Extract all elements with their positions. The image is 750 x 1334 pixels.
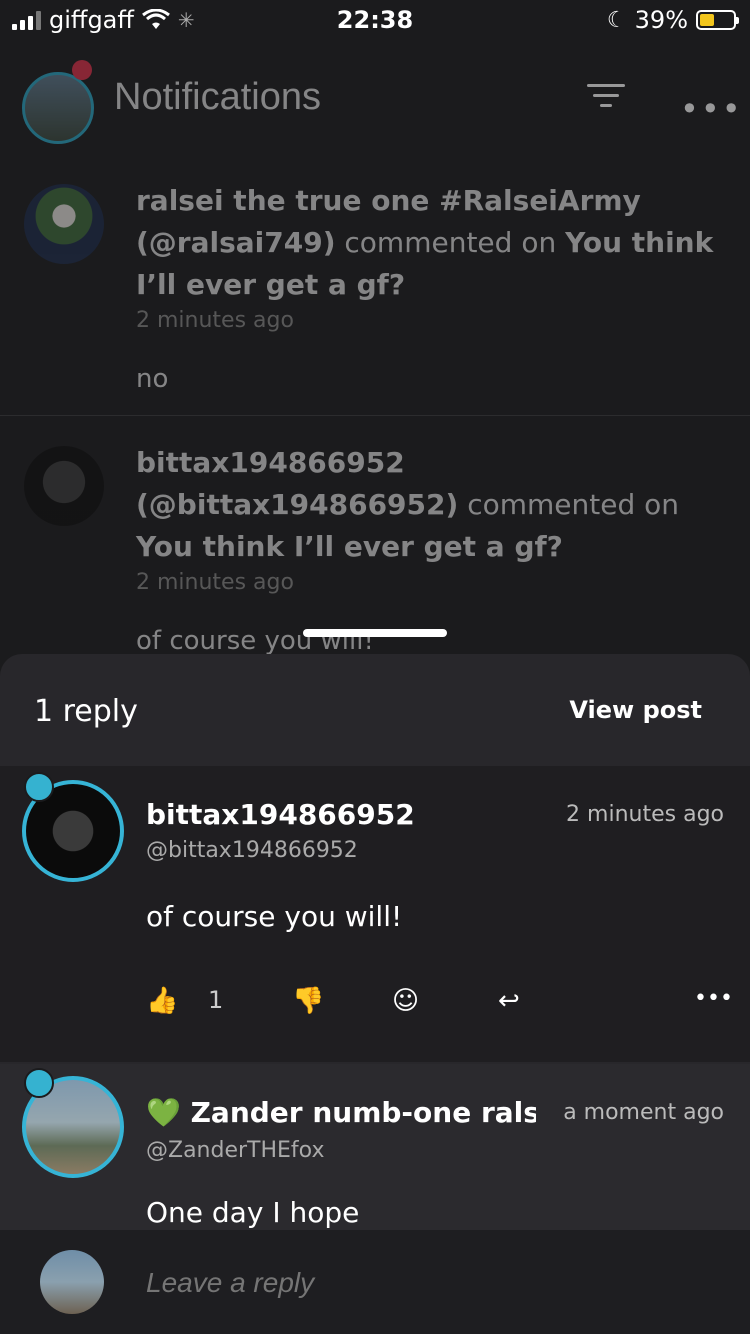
comment-avatar[interactable] (22, 772, 124, 882)
action-text: commented on (467, 488, 680, 521)
notifications-page: Notifications ••• ralsei the true one #R… (0, 40, 750, 660)
action-text: commented on (344, 226, 557, 259)
battery-icon (696, 10, 739, 30)
thumbs-down-icon[interactable]: 👎 (292, 986, 324, 1016)
comment-time: 2 minutes ago (566, 802, 724, 827)
user-handle: (@ralsai749) (136, 226, 336, 259)
more-options-icon[interactable]: ••• (680, 90, 743, 128)
notification-text: ralsei the true one #RalseiArmy (@ralsai… (136, 180, 716, 400)
reply-icon[interactable]: ↩ (498, 986, 520, 1016)
more-options-icon[interactable]: ••• (694, 986, 733, 1011)
user-avatar (24, 184, 104, 264)
filter-icon[interactable] (586, 84, 626, 114)
page-title: Notifications (114, 76, 321, 118)
profile-avatar[interactable] (22, 72, 94, 144)
reply-input[interactable] (144, 1266, 648, 1300)
comment-handle: @bittax194866952 (146, 838, 358, 863)
like-count: 1 (208, 986, 224, 1014)
heart-icon: 💚 (146, 1096, 181, 1129)
view-post-button[interactable]: View post (569, 696, 702, 724)
user-name: bittax194866952 (136, 446, 405, 479)
notification-item[interactable]: ralsei the true one #RalseiArmy (@ralsai… (0, 180, 750, 410)
notification-dot (72, 60, 92, 80)
notification-time: 2 minutes ago (136, 308, 294, 333)
author-name: Zander numb-one ralsei (190, 1096, 536, 1129)
comment-item: 💚 Zander numb-one ralsei a moment ago @Z… (0, 1064, 750, 1234)
thumbs-up-icon[interactable]: 👍 (146, 986, 178, 1016)
comment-text: of course you will! (146, 900, 403, 933)
comment-actions: 👍 1 👎 ☺ ↩ ••• (0, 986, 750, 1026)
status-right: ☾ 39% (606, 6, 739, 34)
comment-avatar[interactable] (22, 1068, 124, 1178)
status-bar: giffgaff ✳ 22:38 ☾ 39% (0, 0, 750, 40)
user-name: ralsei the true one #RalseiArmy (136, 184, 641, 217)
comment-text: One day I hope (146, 1196, 360, 1229)
post-title: You think I’ll ever get a gf? (136, 530, 563, 563)
sheet-drag-handle[interactable] (303, 629, 447, 637)
add-reaction-icon[interactable]: ☺ (392, 986, 419, 1016)
comment-author[interactable]: bittax194866952 (146, 798, 415, 831)
reply-count: 1 reply (34, 694, 138, 729)
user-handle: (@bittax194866952) (136, 488, 459, 521)
avatar-badge-icon (24, 772, 54, 802)
notification-item[interactable]: bittax194866952 (@bittax194866952) comme… (0, 442, 750, 672)
moon-icon: ☾ (606, 7, 627, 33)
comment-handle: @ZanderTHEfox (146, 1138, 325, 1163)
avatar-badge-icon (24, 1068, 54, 1098)
my-avatar (40, 1250, 104, 1314)
notification-time: 2 minutes ago (136, 570, 294, 595)
divider (0, 415, 750, 416)
sheet-header: 1 reply View post (0, 654, 750, 764)
user-avatar (24, 446, 104, 526)
notification-body: no (136, 364, 169, 394)
comment-item: bittax194866952 2 minutes ago @bittax194… (0, 766, 750, 1062)
reply-bar (0, 1230, 750, 1334)
comment-author[interactable]: 💚 Zander numb-one ralsei (146, 1096, 536, 1129)
battery-percent: 39% (634, 6, 688, 34)
comment-time: a moment ago (563, 1100, 724, 1125)
